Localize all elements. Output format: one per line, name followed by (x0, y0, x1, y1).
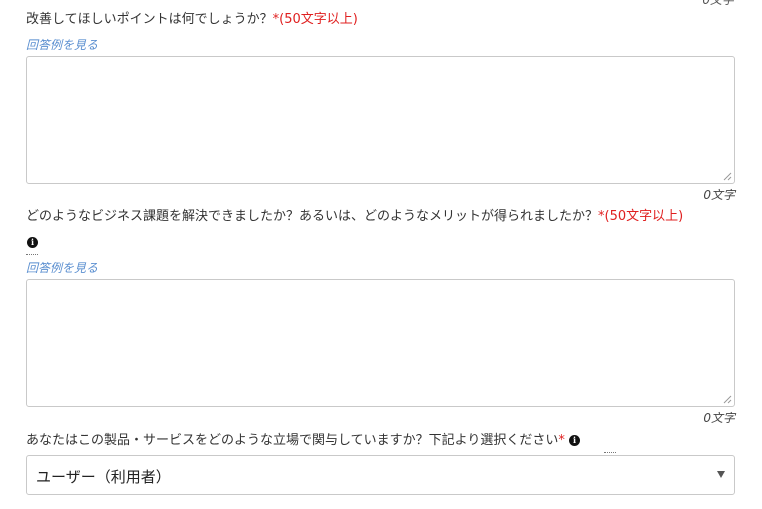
question-role-label: あなたはこの製品・サービスをどのような立場で関与していますか？下記より選択くださ… (26, 432, 580, 450)
question-text: あなたはこの製品・サービスをどのような立場で関与していますか？下記より選択くださ… (26, 433, 559, 448)
info-circle-icon[interactable]: i (27, 237, 38, 248)
business-issue-textarea[interactable] (26, 279, 735, 407)
tooltip-underline (26, 254, 38, 255)
role-select[interactable]: ユーザー（利用者） (26, 455, 735, 495)
improvement-textarea[interactable] (26, 56, 735, 184)
question-business-issue-label: どのようなビジネス課題を解決できましたか？あるいは、どのようなメリットが得られま… (26, 208, 683, 226)
required-marker: *(50文字以上) (598, 209, 684, 224)
resize-grip-icon[interactable] (723, 172, 732, 181)
previous-char-counter: 0文字 (702, 0, 734, 7)
tooltip-underline (604, 452, 616, 453)
role-select-value: ユーザー（利用者） (36, 468, 171, 486)
char-counter: 0文字 (703, 188, 735, 202)
question-text: どのようなビジネス課題を解決できましたか？あるいは、どのようなメリットが得られま… (26, 209, 599, 224)
question-improvement-label: 改善してほしいポイントは何でしょうか？*(50文字以上) (26, 11, 358, 29)
required-marker: * (558, 433, 565, 448)
resize-grip-icon[interactable] (723, 395, 732, 404)
info-circle-icon[interactable]: i (569, 435, 580, 446)
view-example-link[interactable]: 回答例を見る (26, 259, 98, 276)
caret-down-icon (717, 471, 725, 478)
required-marker: *(50文字以上) (272, 12, 358, 27)
question-text: 改善してほしいポイントは何でしょうか？ (26, 12, 273, 27)
char-counter: 0文字 (703, 411, 735, 425)
view-example-link[interactable]: 回答例を見る (26, 36, 98, 53)
